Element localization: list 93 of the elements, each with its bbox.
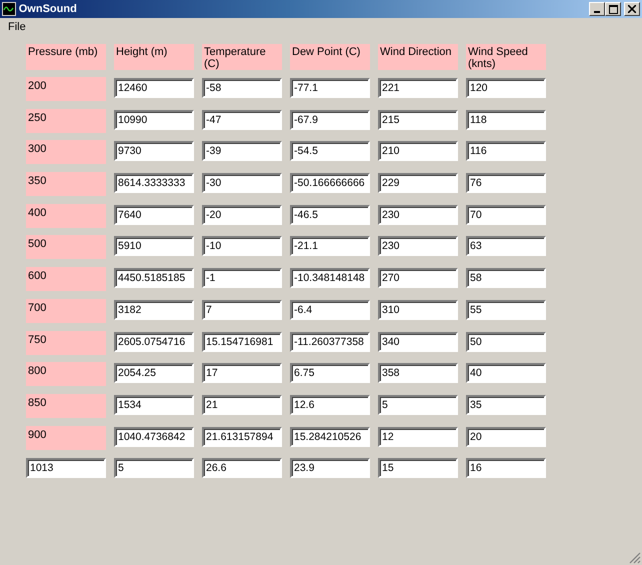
pressure-field[interactable]: 1013 — [26, 458, 106, 478]
column-header: Pressure (mb) — [26, 44, 106, 70]
input-field[interactable]: 5 — [378, 394, 458, 415]
pressure-label: 850 — [26, 394, 106, 418]
maximize-icon — [608, 4, 618, 14]
input-field[interactable]: 10990 — [114, 110, 194, 130]
input-field[interactable]: 221 — [378, 78, 458, 98]
pressure-label: 600 — [26, 267, 106, 292]
input-field[interactable]: -1 — [202, 268, 282, 288]
input-field[interactable]: -6.4 — [290, 300, 370, 320]
input-field[interactable]: 210 — [378, 141, 458, 162]
input-field[interactable]: 230 — [378, 236, 458, 256]
input-field[interactable]: -10 — [202, 236, 282, 256]
input-field[interactable]: 70 — [466, 204, 546, 225]
input-field[interactable]: -11.260377358 — [290, 332, 370, 352]
input-field[interactable]: 12460 — [114, 78, 194, 98]
column-header: Wind Direction — [378, 44, 458, 70]
input-field[interactable]: -54.5 — [290, 141, 370, 162]
input-field[interactable]: 4450.5185185 — [114, 268, 194, 288]
pressure-label: 700 — [26, 298, 106, 323]
input-field[interactable]: -77.1 — [290, 78, 370, 98]
app-icon — [2, 2, 16, 16]
menu-item[interactable]: File — [6, 18, 28, 36]
input-field[interactable]: 35 — [466, 394, 546, 415]
input-field[interactable]: 340 — [378, 332, 458, 352]
input-field[interactable]: 15.154716981 — [202, 332, 282, 352]
input-field[interactable]: 1040.4736842 — [114, 426, 194, 447]
input-field[interactable]: 7640 — [114, 204, 194, 225]
input-field[interactable]: 55 — [466, 300, 546, 320]
input-field[interactable]: -50.166666666 — [290, 173, 370, 194]
input-field[interactable]: 63 — [466, 236, 546, 256]
pressure-label: 750 — [26, 330, 106, 354]
input-field[interactable]: -67.9 — [290, 110, 370, 130]
input-field[interactable]: 270 — [378, 268, 458, 288]
input-field[interactable]: 118 — [466, 110, 546, 130]
input-field[interactable]: 6.75 — [290, 363, 370, 384]
column-header: Wind Speed (knts) — [466, 44, 546, 70]
input-field[interactable]: -20 — [202, 204, 282, 225]
pressure-label: 800 — [26, 362, 106, 386]
column-header: Height (m) — [114, 44, 194, 70]
input-field[interactable]: 20 — [466, 426, 546, 447]
input-field[interactable]: 8614.3333333 — [114, 173, 194, 194]
input-field[interactable]: 215 — [378, 110, 458, 130]
input-field[interactable]: 12 — [378, 426, 458, 447]
input-field[interactable]: 2054.25 — [114, 363, 194, 384]
pressure-label: 200 — [26, 77, 106, 101]
input-field[interactable]: 5910 — [114, 236, 194, 256]
input-field[interactable]: -10.348148148 — [290, 268, 370, 288]
input-field[interactable]: 7 — [202, 300, 282, 320]
input-field[interactable]: 230 — [378, 204, 458, 225]
input-field[interactable]: 229 — [378, 173, 458, 194]
input-field[interactable]: 17 — [202, 363, 282, 384]
input-field[interactable]: -46.5 — [290, 204, 370, 225]
input-field[interactable]: 58 — [466, 268, 546, 288]
input-field[interactable]: 21 — [202, 394, 282, 415]
input-field[interactable]: 21.613157894 — [202, 426, 282, 447]
column-header: Temperature (C) — [202, 44, 282, 70]
input-field[interactable]: 15 — [378, 458, 458, 478]
minimize-button[interactable] — [589, 2, 606, 16]
resize-grip-icon[interactable] — [629, 552, 641, 564]
input-field[interactable]: 2605.0754716 — [114, 332, 194, 352]
input-field[interactable]: -47 — [202, 110, 282, 130]
input-field[interactable]: 5 — [114, 458, 194, 478]
pressure-label: 250 — [26, 108, 106, 133]
input-field[interactable]: 15.284210526 — [290, 426, 370, 447]
input-field[interactable]: -30 — [202, 173, 282, 194]
maximize-button[interactable] — [605, 2, 622, 16]
column-header: Dew Point (C) — [290, 44, 370, 70]
input-field[interactable]: 1534 — [114, 394, 194, 415]
input-field[interactable]: 358 — [378, 363, 458, 384]
close-button[interactable] — [624, 2, 640, 16]
pressure-label: 350 — [26, 172, 106, 196]
input-field[interactable]: 40 — [466, 363, 546, 384]
input-field[interactable]: 50 — [466, 332, 546, 352]
input-field[interactable]: 3182 — [114, 300, 194, 320]
pressure-label: 400 — [26, 204, 106, 228]
input-field[interactable]: -58 — [202, 78, 282, 98]
input-field[interactable]: 76 — [466, 173, 546, 194]
input-field[interactable]: 16 — [466, 458, 546, 478]
pressure-label: 500 — [26, 235, 106, 260]
input-field[interactable]: 23.9 — [290, 458, 370, 478]
input-field[interactable]: -21.1 — [290, 236, 370, 256]
input-field[interactable]: 9730 — [114, 141, 194, 162]
input-field[interactable]: 26.6 — [202, 458, 282, 478]
window-title: OwnSound — [18, 2, 77, 17]
pressure-label: 300 — [26, 140, 106, 164]
close-icon — [628, 5, 636, 13]
input-field[interactable]: 12.6 — [290, 394, 370, 415]
pressure-label: 900 — [26, 426, 106, 450]
input-field[interactable]: 116 — [466, 141, 546, 162]
input-field[interactable]: 310 — [378, 300, 458, 320]
input-field[interactable]: 120 — [466, 78, 546, 98]
input-field[interactable]: -39 — [202, 141, 282, 162]
